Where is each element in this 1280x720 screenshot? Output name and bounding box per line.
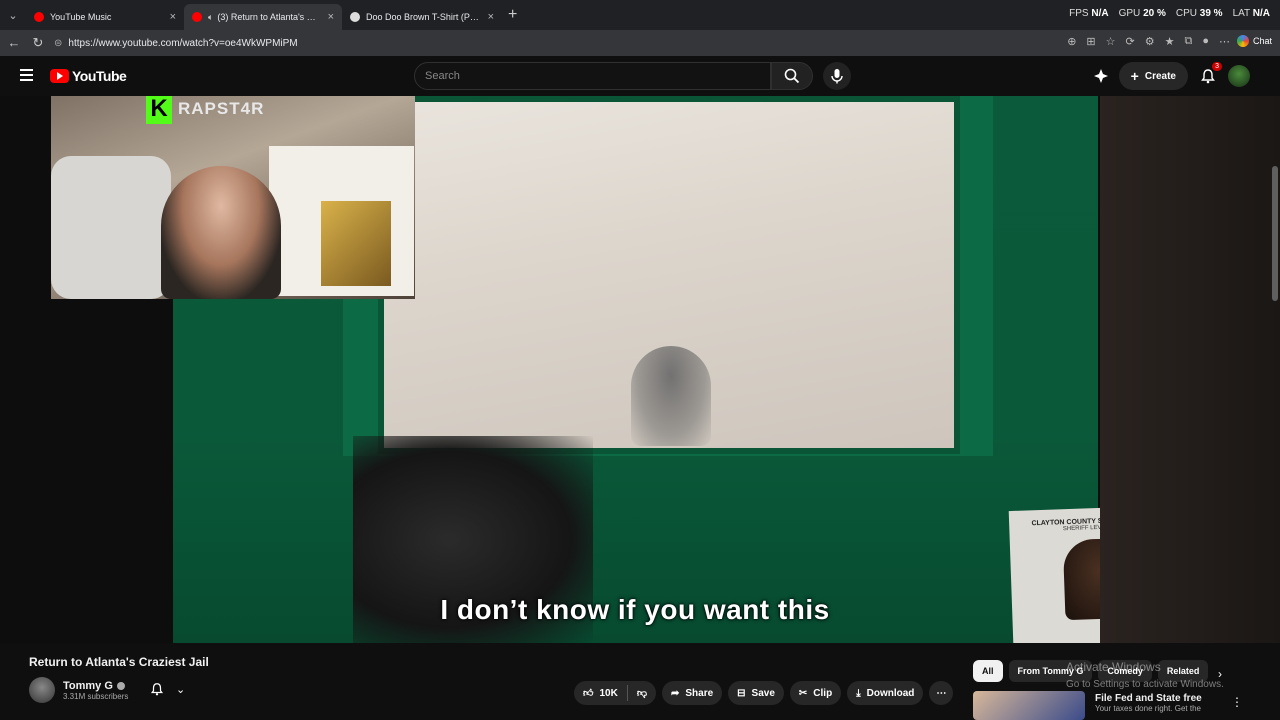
right-video-edge xyxy=(1100,96,1280,643)
youtube-music-favicon-icon xyxy=(34,12,44,22)
channel-info: Tommy G 3.31M subscribers xyxy=(29,677,128,703)
microphone-icon xyxy=(831,69,843,84)
url-text: https://www.youtube.com/watch?v=oe4WkWPM… xyxy=(68,37,298,49)
site-info-icon[interactable]: ⊜ xyxy=(54,38,62,49)
close-tab-icon[interactable]: × xyxy=(488,11,494,23)
subscriber-count: 3.31M subscribers xyxy=(63,691,129,701)
header-actions: + Create 3 xyxy=(1093,62,1250,90)
activate-windows-watermark: Activate Windows xyxy=(1066,660,1161,674)
video-actions: 👍︎ 10K 👎︎ ➦ Share ⊟ Save ✂ Clip ⤓ Downlo… xyxy=(574,681,954,705)
kick-streamer-tag: K RAPST4R xyxy=(146,96,264,124)
ad-description: Your taxes done right. Get the xyxy=(1095,704,1201,713)
dislike-button[interactable]: 👎︎ xyxy=(628,681,656,705)
gpu-readout: GPU 20 % xyxy=(1118,8,1166,19)
favorites-icon[interactable]: ★ xyxy=(1165,35,1175,48)
chat-button[interactable]: Chat xyxy=(1236,35,1272,47)
youtube-favicon-icon xyxy=(192,12,202,22)
apps-icon[interactable]: ⊞ xyxy=(1086,35,1095,48)
account-avatar[interactable] xyxy=(1228,65,1250,87)
sponsored-card[interactable]: File Fed and State free Your taxes done … xyxy=(973,691,1263,720)
share-button[interactable]: ➦ Share xyxy=(661,681,723,705)
menu-hamburger-icon[interactable] xyxy=(20,69,33,81)
browser-tab-strip: ⌄ YouTube Music × 🔈︎ (3) Return to Atlan… xyxy=(0,0,1280,30)
more-actions-button[interactable]: ⋯ xyxy=(929,681,954,705)
streamer xyxy=(161,166,281,299)
subscribed-bell-icon[interactable] xyxy=(150,682,164,696)
blurred-figure xyxy=(631,346,711,446)
address-bar-row: ← ↻ ⊜ https://www.youtube.com/watch?v=oe… xyxy=(0,30,1280,56)
tab-youtube-music[interactable]: YouTube Music × xyxy=(26,4,184,30)
download-button[interactable]: ⤓ Download xyxy=(847,681,924,705)
thumbs-down-icon: 👎︎ xyxy=(636,688,647,699)
chevron-down-icon[interactable]: ⌄ xyxy=(176,683,185,696)
performance-overlay: FPS N/A GPU 20 % CPU 39 % LAT N/A xyxy=(1069,8,1270,19)
close-tab-icon[interactable]: × xyxy=(328,11,334,23)
youtube-logo[interactable]: YouTube xyxy=(50,68,127,84)
reload-icon[interactable]: ↻ xyxy=(26,35,50,51)
tab-title: Doo Doo Brown T-Shirt (PRE-ORD xyxy=(366,12,482,22)
kick-logo-icon: K xyxy=(146,96,172,124)
speaker-icon[interactable]: 🔈︎ xyxy=(208,12,213,23)
voice-search-button[interactable] xyxy=(823,62,851,90)
streamer-webcam-overlay: K RAPST4R xyxy=(51,96,415,299)
cpu-readout: CPU 39 % xyxy=(1175,8,1223,19)
more-vertical-icon[interactable]: ⋮ xyxy=(1231,695,1243,709)
search-button[interactable] xyxy=(771,62,813,90)
tab-list-chevron-icon[interactable]: ⌄ xyxy=(0,0,26,30)
new-tab-plus-icon[interactable]: + xyxy=(508,6,517,24)
url-field[interactable]: ⊜ https://www.youtube.com/watch?v=oe4WkW… xyxy=(54,33,1114,53)
like-dislike-group: 👍︎ 10K 👎︎ xyxy=(574,681,656,705)
activate-windows-hint: Go to Settings to activate Windows. xyxy=(1066,679,1224,690)
more-menu-icon[interactable]: ⋯ xyxy=(1219,35,1230,48)
ad-thumbnail xyxy=(973,691,1085,720)
subscription-controls: ⌄ xyxy=(150,682,185,696)
video-title: Return to Atlanta's Craziest Jail xyxy=(29,655,209,669)
youtube-play-icon xyxy=(50,69,69,83)
sparkle-icon[interactable] xyxy=(1093,68,1109,84)
store-favicon-icon xyxy=(350,12,360,22)
thumbs-up-icon: 👍︎ xyxy=(583,688,594,699)
close-tab-icon[interactable]: × xyxy=(170,11,176,23)
gaming-chair xyxy=(51,156,171,299)
address-bar-icons: ⊕ ⊞ ☆ ⟳ ⚙ ★ ⧉ ● ⋯ xyxy=(1067,35,1230,48)
back-arrow-icon[interactable]: ← xyxy=(2,35,26,50)
verified-check-icon xyxy=(116,681,125,690)
profile-icon[interactable]: ● xyxy=(1202,35,1209,48)
tab-current-video[interactable]: 🔈︎ (3) Return to Atlanta's Craziest × xyxy=(184,4,342,30)
channel-avatar[interactable] xyxy=(29,677,55,703)
search-icon xyxy=(784,68,800,84)
share-arrow-icon: ➦ xyxy=(670,687,680,699)
save-button[interactable]: ⊟ Save xyxy=(728,681,784,705)
page-scrollbar[interactable] xyxy=(1272,166,1278,301)
wall-poster xyxy=(321,201,391,286)
youtube-header: YouTube Search + Create 3 xyxy=(0,56,1280,96)
refresh-extension-icon[interactable]: ⟳ xyxy=(1126,35,1135,48)
video-player[interactable]: CLAYTON COUNTY SHERIFF'S OFFICE SHERIFF … xyxy=(0,96,1280,643)
search-input[interactable]: Search xyxy=(414,62,771,90)
tab-title: (3) Return to Atlanta's Craziest xyxy=(217,12,322,22)
video-caption: I don’t know if you want this xyxy=(440,594,830,625)
translate-icon[interactable]: ⊕ xyxy=(1067,35,1076,48)
notifications-button[interactable]: 3 xyxy=(1198,62,1222,86)
bookmark-icon: ⊟ xyxy=(737,687,746,699)
fps-readout: FPS N/A xyxy=(1069,8,1109,19)
tab-doo-doo-brown[interactable]: Doo Doo Brown T-Shirt (PRE-ORD × xyxy=(342,4,502,30)
chip-all[interactable]: All xyxy=(973,660,1003,682)
more-horizontal-icon: ⋯ xyxy=(936,687,947,699)
like-button[interactable]: 👍︎ 10K xyxy=(574,681,627,705)
lat-readout: LAT N/A xyxy=(1232,8,1270,19)
copilot-icon xyxy=(1236,35,1249,47)
favorite-star-icon[interactable]: ☆ xyxy=(1106,35,1116,48)
ad-title: File Fed and State free xyxy=(1095,693,1202,704)
tab-title: YouTube Music xyxy=(50,12,112,22)
clip-button[interactable]: ✂ Clip xyxy=(789,681,842,705)
notification-badge: 3 xyxy=(1212,62,1222,71)
extensions-icon[interactable]: ⚙ xyxy=(1145,35,1155,48)
scissors-icon: ✂ xyxy=(798,687,808,699)
channel-name[interactable]: Tommy G xyxy=(63,680,128,692)
create-button[interactable]: + Create xyxy=(1118,62,1188,90)
download-icon: ⤓ xyxy=(856,687,861,699)
collections-icon[interactable]: ⧉ xyxy=(1184,35,1192,48)
plus-icon: + xyxy=(1130,68,1139,84)
